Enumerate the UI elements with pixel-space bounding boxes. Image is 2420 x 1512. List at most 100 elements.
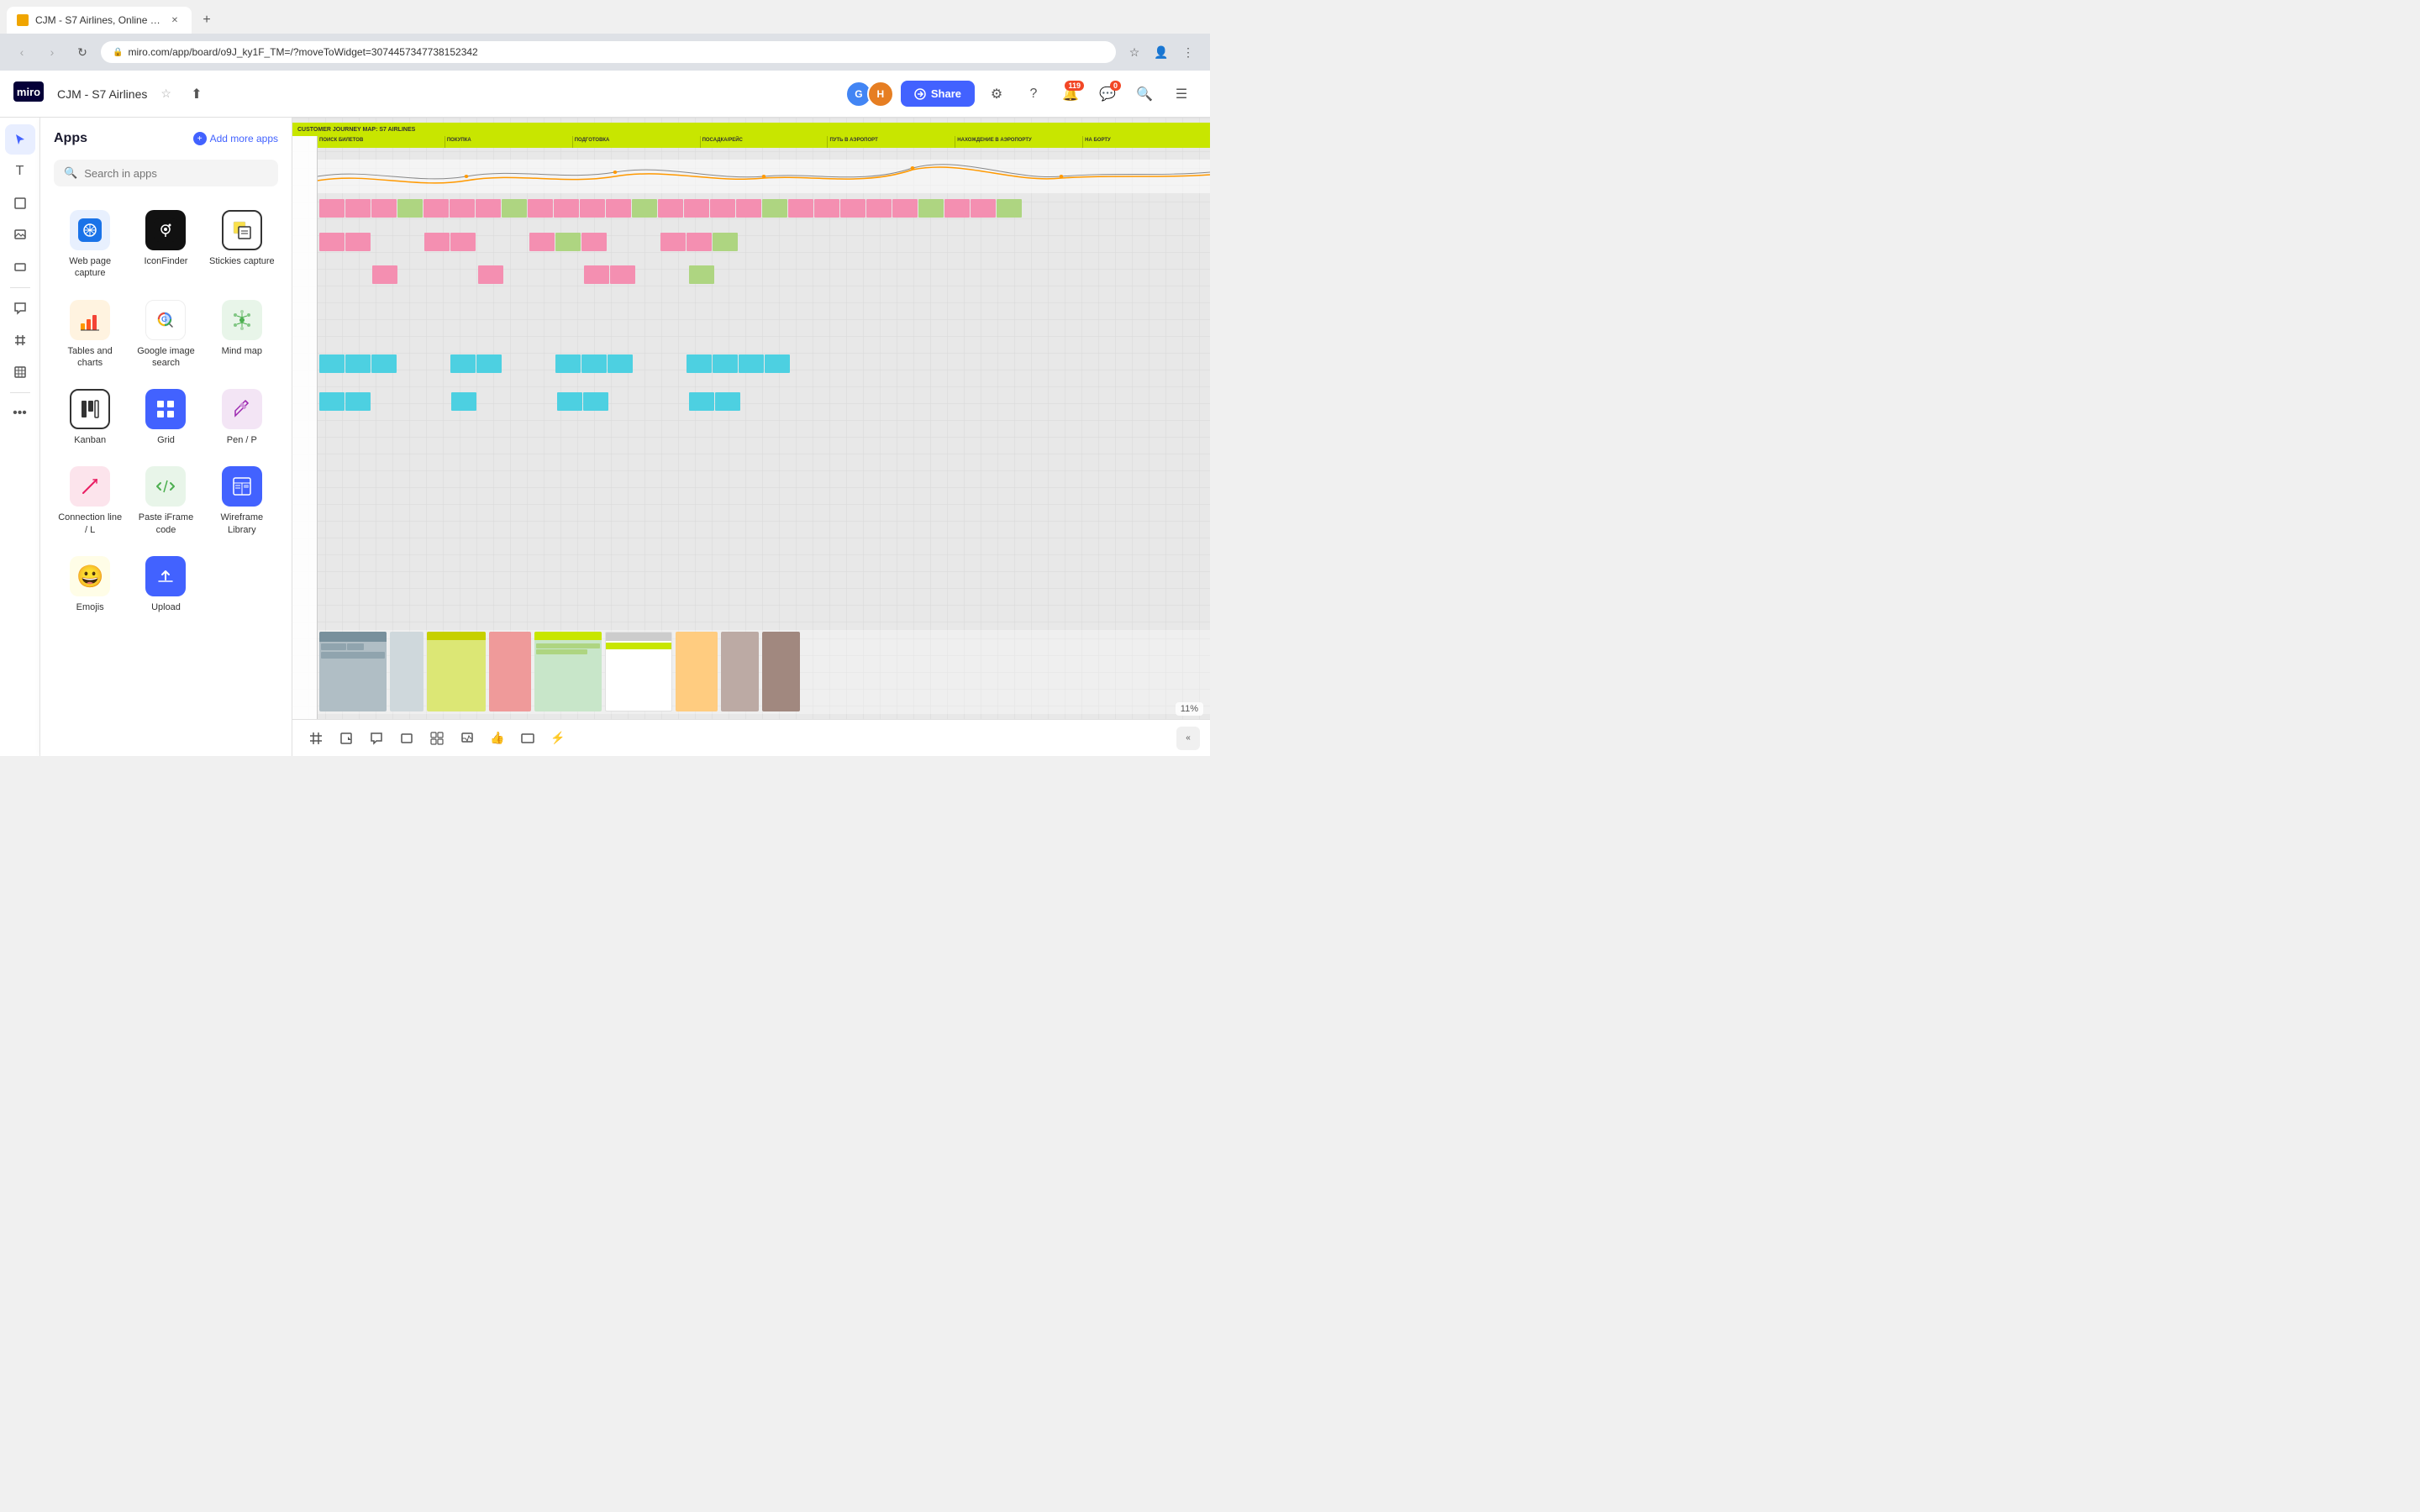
reload-button[interactable]: ↻	[71, 40, 94, 64]
app-item-pen[interactable]: Pen / P	[206, 379, 278, 453]
app-icon-tables	[70, 300, 110, 340]
settings-button[interactable]: ⚙	[981, 79, 1012, 109]
bottom-tool-layout[interactable]	[424, 725, 450, 752]
app-item-tables[interactable]: Tables and charts	[54, 290, 126, 376]
sidebar-tool-image[interactable]	[5, 220, 35, 250]
favorite-star-button[interactable]: ☆	[160, 87, 171, 101]
menu-button[interactable]: ⋮	[1176, 40, 1200, 64]
app-label-emojis: Emojis	[76, 601, 104, 613]
profile-button[interactable]: 👤	[1150, 40, 1173, 64]
svg-text:G: G	[161, 315, 167, 323]
app-label-tables: Tables and charts	[57, 345, 123, 370]
browser-actions: ☆ 👤 ⋮	[1123, 40, 1200, 64]
app-item-iconfinder[interactable]: IconFinder	[129, 200, 202, 286]
new-tab-button[interactable]: +	[195, 8, 218, 32]
column-headers: ПОИСК БИЛЕТОВ ПОКУПКА ПОДГОТОВКА ПОСАДКА…	[318, 136, 1210, 148]
board-header-label: CUSTOMER JOURNEY MAP: S7 AIRLINES	[292, 123, 1210, 136]
browser-chrome: CJM - S7 Airlines, Online Whit... ✕ + ‹ …	[0, 0, 1210, 71]
miro-logo: miro	[13, 81, 44, 107]
app-icon-wireframe	[222, 466, 262, 507]
bottom-tool-note[interactable]	[333, 725, 360, 752]
app-item-wireframe[interactable]: Wireframe Library	[206, 456, 278, 543]
share-export-button[interactable]: ⬆	[182, 79, 212, 109]
app-item-mindmap[interactable]: Mind map	[206, 290, 278, 376]
app-item-google-img[interactable]: G Google image search	[129, 290, 202, 376]
bottom-toolbar: 👍 ⚡ «	[292, 719, 1210, 756]
apps-grid: Web page capture IconFinder	[54, 200, 278, 620]
svg-text:miro: miro	[17, 86, 40, 98]
apps-search-box[interactable]: 🔍	[54, 160, 278, 186]
search-icon: 🔍	[64, 166, 77, 180]
search-button[interactable]: 🔍	[1129, 79, 1160, 109]
security-icon: 🔒	[113, 48, 123, 57]
avatar-group: G H	[845, 81, 894, 108]
sidebar-tool-sticky[interactable]	[5, 188, 35, 218]
toolbar-right: G H Share ⚙ ? 🔔 119 💬 0 🔍 ☰	[845, 79, 1197, 109]
bottom-tool-comment[interactable]	[363, 725, 390, 752]
app-item-connection[interactable]: Connection line / L	[54, 456, 126, 543]
app-item-grid[interactable]: Grid	[129, 379, 202, 453]
active-tab[interactable]: CJM - S7 Airlines, Online Whit... ✕	[7, 7, 192, 34]
bottom-tool-lightning[interactable]: ⚡	[544, 725, 571, 752]
address-bar: ‹ › ↻ 🔒 miro.com/app/board/o9J_ky1F_TM=/…	[0, 34, 1210, 71]
sidebar-tool-select[interactable]	[5, 124, 35, 155]
url-bar[interactable]: 🔒 miro.com/app/board/o9J_ky1F_TM=/?moveT…	[101, 41, 1116, 63]
app-icon-webpage	[70, 210, 110, 250]
sidebar-tool-shape[interactable]	[5, 252, 35, 282]
app-label-upload: Upload	[151, 601, 181, 613]
apps-panel: Apps + Add more apps 🔍	[40, 118, 292, 756]
app-label-wireframe: Wireframe Library	[209, 512, 275, 536]
bottom-tool-export[interactable]	[454, 725, 481, 752]
tab-favicon	[17, 14, 29, 26]
app-label-google-img: Google image search	[133, 345, 198, 370]
add-more-apps-button[interactable]: + Add more apps	[193, 132, 278, 145]
app-label-grid: Grid	[157, 434, 175, 446]
sidebar-tool-more[interactable]: •••	[5, 398, 35, 428]
app-item-emojis[interactable]: 😀 Emojis	[54, 546, 126, 620]
emotion-curve-row	[318, 160, 1210, 193]
screenshots-row	[318, 630, 1210, 714]
app-item-kanban[interactable]: Kanban	[54, 379, 126, 453]
app-item-webpage[interactable]: Web page capture	[54, 200, 126, 286]
tab-close-button[interactable]: ✕	[168, 13, 182, 27]
app-icon-stickies	[222, 210, 262, 250]
app-icon-grid	[145, 389, 186, 429]
board-info-button[interactable]: ☰	[1166, 79, 1197, 109]
bottom-tool-frames[interactable]	[302, 725, 329, 752]
forward-button[interactable]: ›	[40, 40, 64, 64]
canvas-background: CUSTOMER JOURNEY MAP: S7 AIRLINES ПОИСК …	[292, 118, 1210, 756]
sidebar-tool-frame[interactable]	[5, 325, 35, 355]
collapse-panel-button[interactable]: «	[1176, 727, 1200, 750]
notifications-button[interactable]: 🔔 119	[1055, 79, 1086, 109]
notifications-badge: 119	[1065, 81, 1084, 91]
bottom-tool-screen[interactable]	[514, 725, 541, 752]
app-icon-paste-iframe	[145, 466, 186, 507]
share-button[interactable]: Share	[901, 81, 975, 107]
bottom-tool-shape2[interactable]	[393, 725, 420, 752]
miro-app: miro CJM - S7 Airlines ☆ ⬆ G H Share ⚙ ?…	[0, 71, 1210, 756]
bottom-tool-like[interactable]: 👍	[484, 725, 511, 752]
tab-title: CJM - S7 Airlines, Online Whit...	[35, 14, 161, 26]
apps-search-input[interactable]	[84, 167, 268, 180]
sidebar-tool-text[interactable]: T	[5, 156, 35, 186]
app-item-upload[interactable]: Upload	[129, 546, 202, 620]
back-button[interactable]: ‹	[10, 40, 34, 64]
pink-stickies-cluster	[318, 197, 1210, 298]
app-icon-mindmap	[222, 300, 262, 340]
sidebar-tool-comment[interactable]	[5, 293, 35, 323]
board-content: CUSTOMER JOURNEY MAP: S7 AIRLINES ПОИСК …	[292, 118, 1210, 756]
sidebar-divider-1	[10, 287, 30, 288]
sidebar-tool-table[interactable]	[5, 357, 35, 387]
comments-button[interactable]: 💬 0	[1092, 79, 1123, 109]
app-label-webpage: Web page capture	[57, 255, 123, 280]
app-icon-google-img: G	[145, 300, 186, 340]
url-text: miro.com/app/board/o9J_ky1F_TM=/?moveToW…	[128, 46, 1104, 58]
app-item-stickies[interactable]: Stickies capture	[206, 200, 278, 286]
board-row-labels	[292, 136, 318, 722]
left-sidebar: T •••	[0, 118, 40, 756]
app-item-paste-iframe[interactable]: Paste iFrame code	[129, 456, 202, 543]
app-label-connection: Connection line / L	[57, 512, 123, 536]
help-button[interactable]: ?	[1018, 79, 1049, 109]
bookmark-button[interactable]: ☆	[1123, 40, 1146, 64]
canvas-area[interactable]: CUSTOMER JOURNEY MAP: S7 AIRLINES ПОИСК …	[292, 118, 1210, 756]
